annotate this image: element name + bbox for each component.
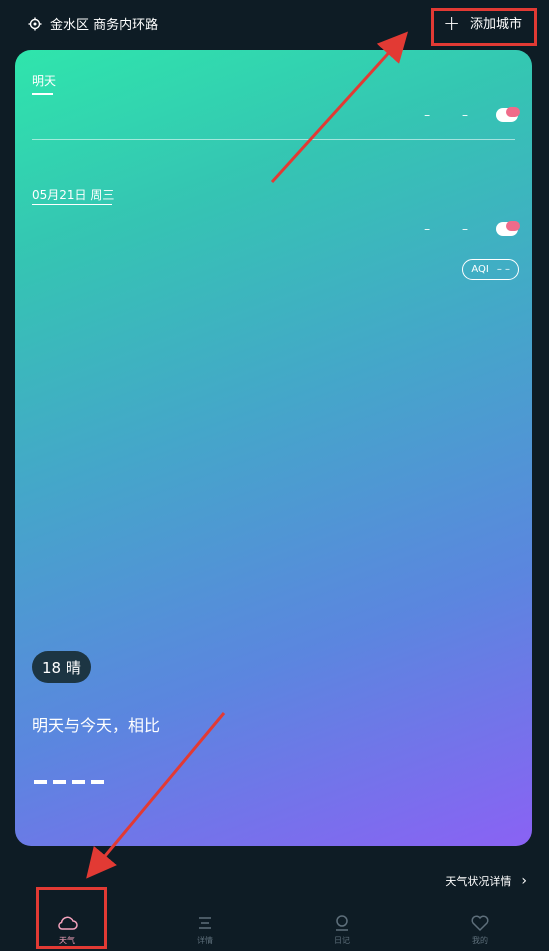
annotation-arrows bbox=[86, 31, 409, 879]
arrow-to-weather-tab bbox=[86, 712, 226, 879]
arrow-to-add-city bbox=[270, 31, 409, 184]
